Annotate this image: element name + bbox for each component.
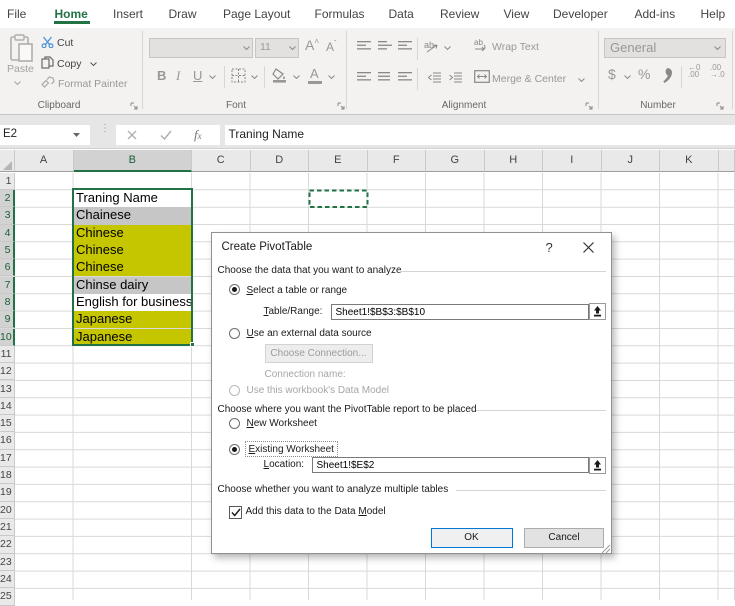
svg-text:ab: ab xyxy=(474,38,483,47)
